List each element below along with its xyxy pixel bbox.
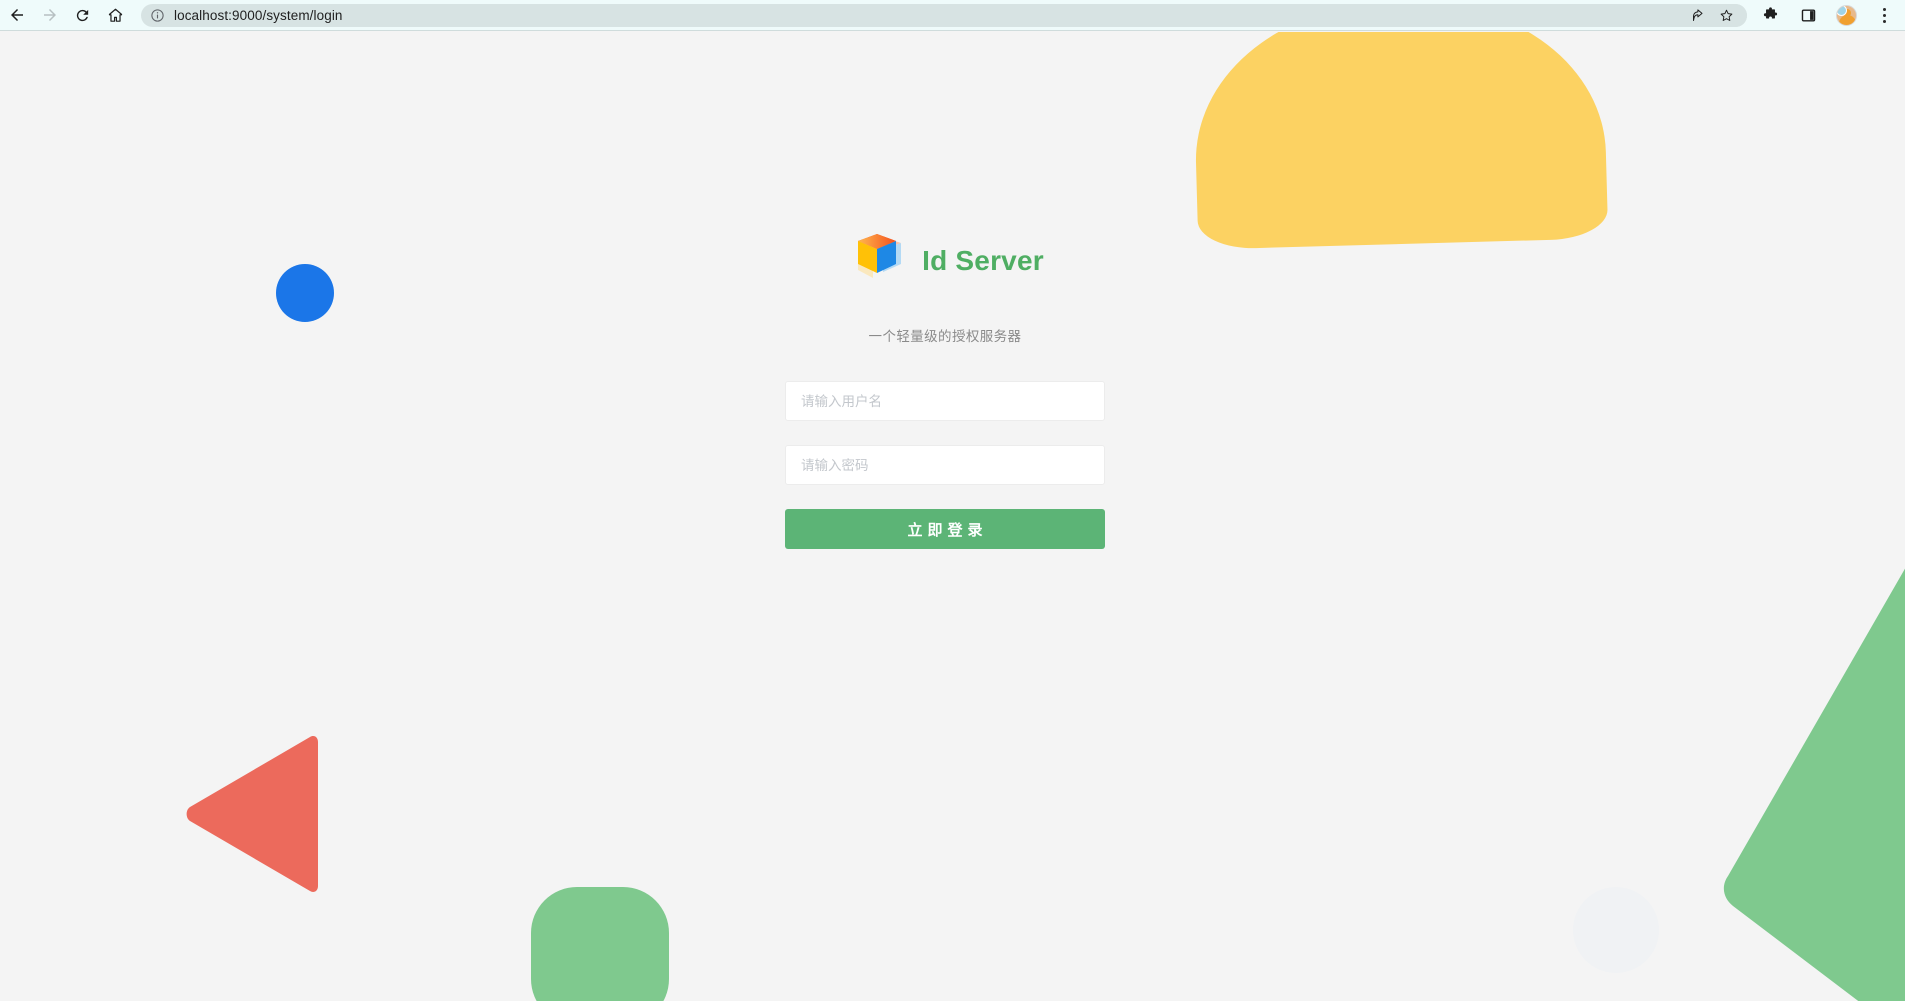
browser-toolbar: localhost:9000/system/login (0, 0, 1905, 31)
extensions-button[interactable] (1753, 0, 1787, 31)
reload-button[interactable] (66, 0, 99, 31)
address-bar-url: localhost:9000/system/login (174, 7, 343, 23)
cube-logo-svg (858, 234, 902, 278)
login-button[interactable]: 立即登录 (785, 509, 1105, 549)
avatar-status-badge (1836, 5, 1847, 16)
ghost-circle-right-decoration (1573, 887, 1659, 973)
arrow-right-icon (43, 9, 56, 21)
avatar (1835, 4, 1857, 26)
green-rounded-square-decoration (531, 887, 669, 1001)
side-panel-icon (1801, 8, 1815, 22)
kebab-dot (1882, 13, 1886, 17)
brand-header: Id Server (785, 222, 1105, 300)
kebab-dot (1882, 7, 1886, 11)
reload-icon (76, 9, 89, 21)
side-panel-button[interactable] (1791, 0, 1825, 31)
info-circle-icon (151, 8, 164, 22)
chrome-menu-button[interactable] (1867, 0, 1901, 31)
wedge-shape-icon (1723, 568, 1905, 1001)
address-bar[interactable]: localhost:9000/system/login (141, 3, 1747, 27)
yellow-dome-decoration (1191, 32, 1609, 250)
login-form: 立即登录 (785, 381, 1105, 549)
red-triangle-decoration (184, 734, 321, 894)
username-field[interactable] (785, 381, 1105, 421)
puzzle-icon (1763, 6, 1777, 19)
password-input[interactable] (786, 446, 1104, 484)
kebab-dot (1882, 19, 1886, 23)
password-field[interactable] (785, 445, 1105, 485)
back-button[interactable] (0, 0, 33, 31)
star-icon (1720, 9, 1732, 21)
triangle-left-icon (186, 736, 318, 892)
login-panel: Id Server 一个轻量级的授权服务器 立即登录 (785, 222, 1105, 549)
kebab-menu-icon (1882, 7, 1886, 23)
address-bar-actions (1685, 3, 1747, 27)
brand-subtitle: 一个轻量级的授权服务器 (868, 329, 1022, 344)
profile-button[interactable] (1829, 0, 1863, 31)
home-button[interactable] (99, 0, 132, 31)
brand-title: Id Server (922, 245, 1044, 276)
username-input[interactable] (786, 382, 1104, 420)
share-button[interactable] (1685, 4, 1711, 27)
blue-circle-decoration (276, 264, 334, 322)
arrow-left-icon (10, 9, 23, 21)
forward-button[interactable] (33, 0, 66, 31)
home-icon (108, 8, 123, 22)
green-wedge-decoration (1705, 556, 1905, 1001)
toolbar-right-actions (1753, 0, 1905, 31)
bookmark-button[interactable] (1713, 4, 1739, 27)
cube-logo-icon (846, 230, 908, 292)
site-info-icon[interactable] (150, 8, 165, 23)
login-page: Id Server 一个轻量级的授权服务器 立即登录 (0, 32, 1905, 1001)
share-icon (1692, 8, 1702, 21)
